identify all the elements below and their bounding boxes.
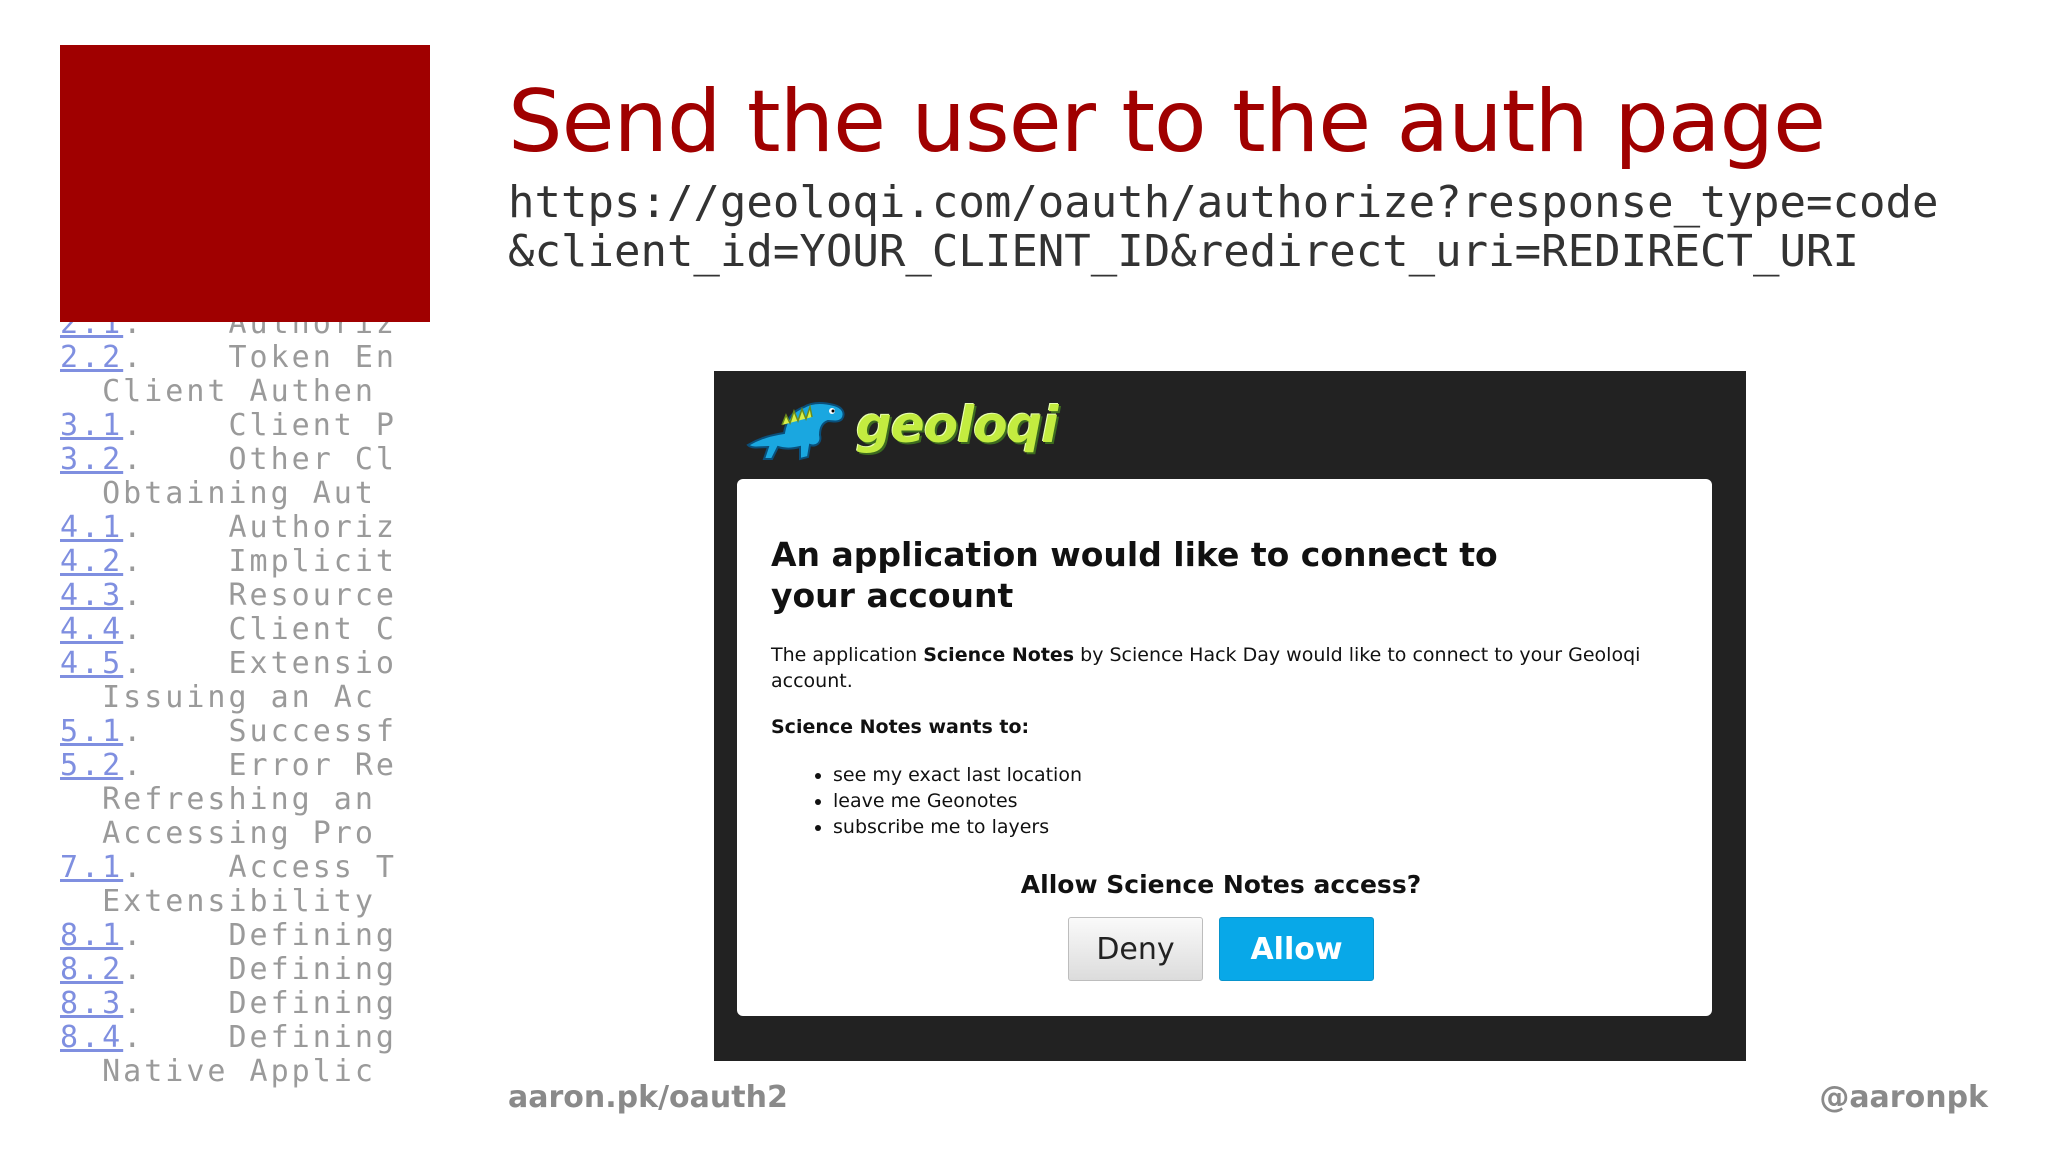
toc-section-title: Successf	[228, 714, 397, 749]
toc-line: 8.1. Defining	[60, 918, 397, 953]
toc-line: 4.2. Implicit	[60, 544, 397, 579]
toc-line: Obtaining Aut	[60, 477, 430, 511]
toc-section-link[interactable]: 7.1	[60, 850, 123, 885]
toc-section-title: Resource	[228, 578, 397, 613]
toc-section-title: Defining	[228, 918, 397, 953]
spec-table-of-contents: 2.1. Authoriz 2.2. Token En Client Authen…	[60, 307, 430, 1089]
toc-section-title: Obtaining Aut	[102, 476, 376, 511]
toc-line: 4.1. Authoriz	[60, 510, 397, 545]
app-name: Science Notes	[923, 644, 1075, 666]
auth-dialog-card: An application would like to connect to …	[737, 479, 1712, 1016]
toc-section-title: Refreshing an	[102, 782, 376, 817]
toc-section-title: Extensio	[228, 646, 397, 681]
toc-line: Accessing Pro	[60, 817, 430, 851]
red-accent-block	[60, 45, 430, 322]
toc-section-title: Defining	[228, 986, 397, 1021]
wants-label: Science Notes wants to:	[771, 716, 1030, 738]
desc-prefix: The application	[771, 644, 924, 666]
toc-section-link[interactable]: 4.1	[60, 510, 123, 545]
toc-section-link[interactable]: 8.4	[60, 1020, 123, 1055]
permission-item: subscribe me to layers	[833, 814, 1678, 840]
toc-section-title: Extensibility	[102, 884, 376, 919]
toc-section-title: Defining	[228, 1020, 397, 1055]
toc-section-title: Access T	[228, 850, 397, 885]
left-decoration: 2.1. Authoriz 2.2. Token En Client Authen…	[60, 45, 430, 1115]
allow-question: Allow Science Notes access?	[1020, 870, 1422, 899]
footer-link: aaron.pk/oauth2	[508, 1080, 788, 1115]
auth-heading: An application would like to connect to …	[771, 535, 1498, 615]
allow-button[interactable]: Allow	[1219, 917, 1374, 981]
toc-section-link[interactable]: 8.1	[60, 918, 123, 953]
toc-section-title: Token En	[228, 340, 397, 375]
toc-fade	[60, 1085, 430, 1115]
toc-line: 5.1. Successf	[60, 714, 397, 749]
toc-section-title: Client P	[228, 408, 397, 443]
slide-title: Send the user to the auth page	[508, 71, 1826, 172]
toc-line: 4.3. Resource	[60, 578, 397, 613]
toc-line: 3.1. Client P	[60, 408, 397, 443]
toc-line: 7.1. Access T	[60, 850, 397, 885]
logo-text: geoloqi	[856, 396, 1058, 454]
auth-screenshot-panel: geoloqi An application would like to con…	[714, 371, 1746, 1061]
toc-line: 4.5. Extensio	[60, 646, 397, 681]
toc-line: 2.2. Token En	[60, 340, 397, 375]
toc-section-title: Defining	[228, 952, 397, 987]
toc-section-link[interactable]: 4.3	[60, 578, 123, 613]
deny-button[interactable]: Deny	[1068, 917, 1203, 981]
toc-section-link[interactable]: 8.2	[60, 952, 123, 987]
toc-line: Issuing an Ac	[60, 681, 430, 715]
authorize-url: https://geoloqi.com/oauth/authorize?resp…	[508, 177, 1939, 277]
toc-section-title: Other Cl	[228, 442, 397, 477]
toc-section-link[interactable]: 4.2	[60, 544, 123, 579]
toc-line: 3.2. Other Cl	[60, 442, 397, 477]
toc-line: Native Applic	[60, 1055, 430, 1089]
toc-section-link[interactable]: 2.2	[60, 340, 123, 375]
toc-line: 8.2. Defining	[60, 952, 397, 987]
toc-section-title: Accessing Pro	[102, 816, 376, 851]
toc-section-title: Implicit	[228, 544, 397, 579]
permission-list: see my exact last location leave me Geon…	[771, 762, 1678, 840]
geoloqi-logo: geoloqi	[742, 385, 1058, 465]
toc-section-link[interactable]: 5.1	[60, 714, 123, 749]
toc-line: 8.3. Defining	[60, 986, 397, 1021]
toc-line: Client Authen	[60, 375, 430, 409]
toc-section-link[interactable]: 3.1	[60, 408, 123, 443]
auth-description: The application Science Notes by Science…	[771, 642, 1671, 694]
permission-item: see my exact last location	[833, 762, 1678, 788]
toc-section-link[interactable]: 4.4	[60, 612, 123, 647]
toc-section-link[interactable]: 5.2	[60, 748, 123, 783]
toc-section-link[interactable]: 4.5	[60, 646, 123, 681]
toc-section-title: Issuing an Ac	[102, 680, 376, 715]
toc-section-link[interactable]: 8.3	[60, 986, 123, 1021]
toc-line: 5.2. Error Re	[60, 748, 397, 783]
toc-section-link[interactable]: 3.2	[60, 442, 123, 477]
permission-item: leave me Geonotes	[833, 788, 1678, 814]
dinosaur-icon	[746, 402, 845, 461]
toc-line: 8.4. Defining	[60, 1020, 397, 1055]
button-row: Deny Allow	[771, 917, 1671, 981]
toc-section-title: Native Applic	[102, 1054, 376, 1089]
toc-section-title: Authoriz	[228, 510, 397, 545]
footer-handle: @aaronpk	[1819, 1080, 1988, 1115]
toc-section-title: Client Authen	[102, 374, 376, 409]
toc-section-title: Error Re	[228, 748, 397, 783]
toc-line: 4.4. Client C	[60, 612, 397, 647]
toc-line: Extensibility	[60, 885, 430, 919]
toc-section-title: Client C	[228, 612, 397, 647]
toc-line: Refreshing an	[60, 783, 430, 817]
